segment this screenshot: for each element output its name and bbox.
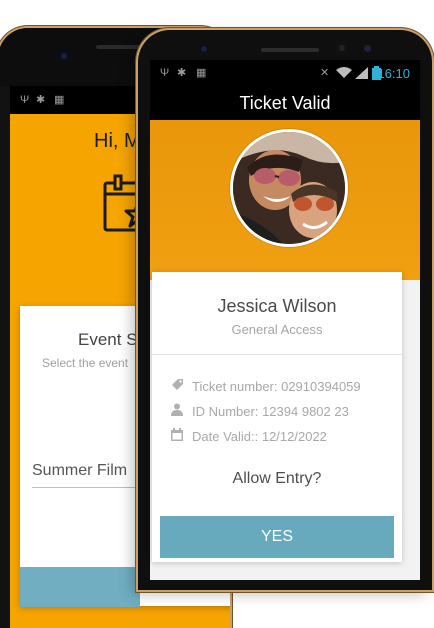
image-icon: ▦ xyxy=(196,67,207,79)
proximity-sensor xyxy=(336,42,348,54)
status-bar: Ψ ✱ ▦ ✕ 16:10 xyxy=(150,60,420,86)
tag-icon xyxy=(170,378,184,394)
id-number: ID Number: 12394 9802 23 xyxy=(192,404,349,419)
front-phone: Ψ ✱ ▦ ✕ 16:10 Ticket Valid Jessica Wilso… xyxy=(138,30,432,590)
wifi-icon xyxy=(336,67,352,82)
divider xyxy=(152,354,402,355)
page-title: Ticket Valid xyxy=(150,86,420,120)
date-valid: Date Valid:: 12/12/2022 xyxy=(192,429,327,444)
signal-icon xyxy=(355,67,368,82)
calendar-icon xyxy=(170,428,184,444)
earpiece-speaker xyxy=(261,48,319,52)
front-camera xyxy=(58,50,70,62)
attendee-name: Jessica Wilson xyxy=(217,296,337,316)
ticket-card: Jessica Wilson General Access Ticket num… xyxy=(152,272,402,562)
usb-icon: Ψ xyxy=(160,67,170,79)
front-camera xyxy=(198,43,210,55)
avatar xyxy=(233,132,345,244)
status-time: 16:10 xyxy=(377,66,410,81)
person-icon xyxy=(170,403,184,419)
allow-entry-prompt: Allow Entry? xyxy=(232,470,322,487)
usb-icon: Ψ xyxy=(20,94,30,106)
android-debug-icon: ✱ xyxy=(177,67,187,79)
card-subtitle: Select the event xyxy=(42,356,129,370)
ticket-number-row: Ticket number: 02910394059 xyxy=(170,378,361,394)
ticket-number: Ticket number: 02910394059 xyxy=(192,379,361,394)
mute-icon: ✕ xyxy=(320,67,330,79)
image-icon: ▦ xyxy=(54,94,65,106)
event-dropdown[interactable]: Summer Film xyxy=(32,462,127,480)
date-valid-row: Date Valid:: 12/12/2022 xyxy=(170,428,327,444)
light-sensor xyxy=(364,45,371,52)
android-debug-icon: ✱ xyxy=(36,94,46,106)
continue-button[interactable] xyxy=(20,567,140,607)
card-title: Event Se xyxy=(78,330,147,349)
id-number-row: ID Number: 12394 9802 23 xyxy=(170,403,349,419)
access-type: General Access xyxy=(231,322,323,337)
yes-button[interactable]: YES xyxy=(160,516,394,558)
